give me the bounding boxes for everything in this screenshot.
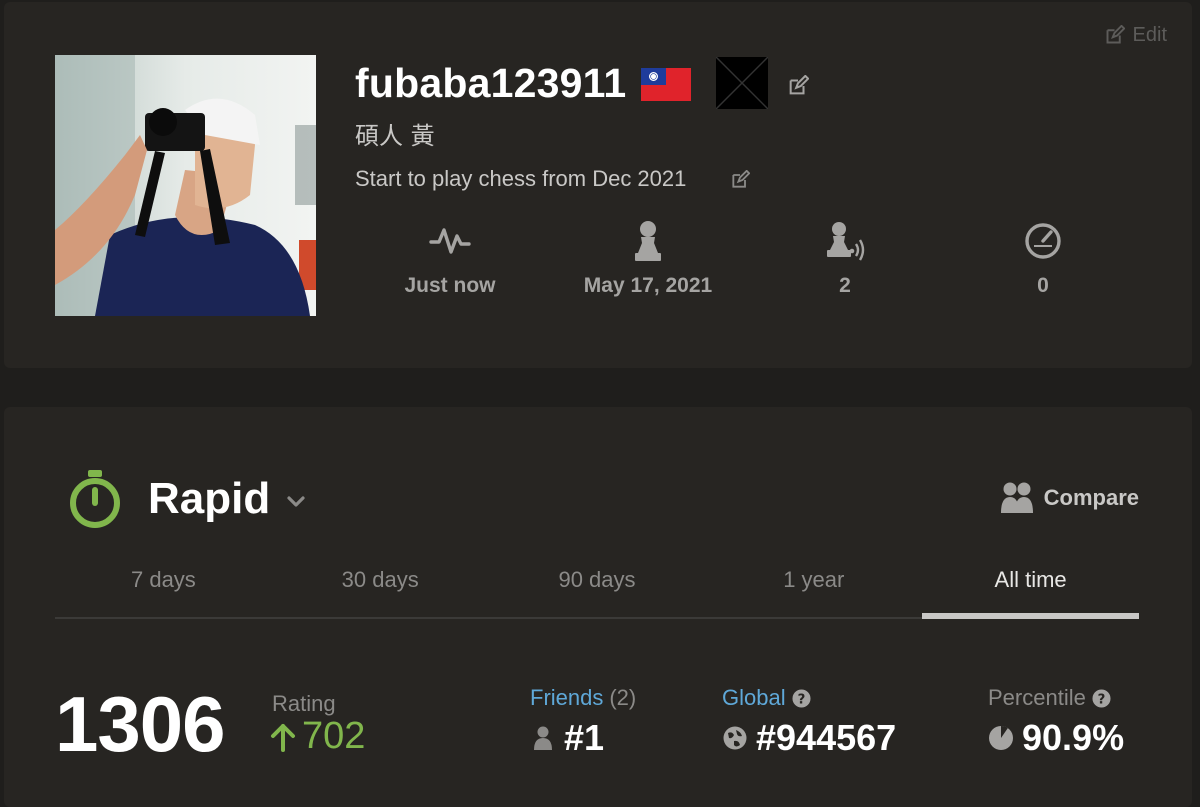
stopwatch-icon [70,470,120,528]
period-tabs: 7 days 30 days 90 days 1 year All time [55,555,1139,619]
avatar[interactable] [55,55,316,316]
edit-bio-icon[interactable] [730,170,750,190]
taiwan-flag-icon [641,68,691,101]
followers-icon [827,222,865,261]
last-online-value: Just now [404,274,496,297]
rating-change-value: 702 [302,715,366,757]
time-control-selector[interactable]: Rapid [68,468,308,530]
rating-change: 702 [270,715,365,758]
stat-joined: May 17, 2021 [548,220,748,298]
tab-all-time[interactable]: All time [922,555,1139,619]
rating-label: Rating [272,691,336,716]
svg-text:?: ? [797,692,805,707]
tab-1-year[interactable]: 1 year [705,555,922,617]
tab-7-days[interactable]: 7 days [55,555,272,617]
speedometer-icon [1025,223,1061,259]
edit-profile-button[interactable]: Edit [1104,24,1167,47]
globe-icon [723,726,747,750]
help-icon[interactable]: ? [1092,688,1111,708]
activity-pulse-icon [429,228,471,254]
profile-bio: Start to play chess from Dec 2021 [355,166,687,191]
stat-followers[interactable]: 2 [745,220,945,298]
rating-value: 1306 [55,680,226,768]
profile-card: Edit fubaba123911 碩人 黃 Start to play che… [4,2,1192,368]
global-label[interactable]: Global [722,685,786,711]
time-control-label: Rapid [148,474,271,523]
percentile-value: 90.9% [1022,717,1125,758]
percentile-label: Percentile [988,685,1086,710]
tab-30-days[interactable]: 30 days [272,555,489,617]
points-value: 0 [1037,274,1049,297]
followers-value: 2 [839,274,851,297]
friends-count: (2) [609,685,637,710]
svg-text:?: ? [1097,692,1105,707]
title-badge-placeholder [716,57,768,109]
arrow-up-icon [271,723,295,752]
stat-points: 0 [943,220,1143,298]
compare-button[interactable]: Compare [998,481,1139,515]
pawn-person-icon [635,221,661,261]
compare-label: Compare [1043,485,1139,510]
edit-label: Edit [1132,24,1167,46]
help-icon[interactable]: ? [792,688,811,708]
joined-date-value: May 17, 2021 [583,274,713,297]
compare-users-icon [1000,482,1033,513]
real-name: 碩人 黃 [355,122,435,150]
tab-90-days[interactable]: 90 days [489,555,706,617]
global-rank[interactable]: Global ? #944567 [722,685,896,759]
friends-rank[interactable]: Friends (2) #1 [530,685,636,759]
rating-card: Rapid Compare 7 days 30 days 90 days 1 y… [4,407,1192,807]
edit-name-icon[interactable] [787,75,809,97]
chevron-down-icon [287,496,305,507]
global-rank-value: #944567 [756,717,897,758]
friends-label[interactable]: Friends [530,685,603,711]
percentile: Percentile ? 90.9% [988,685,1124,759]
username: fubaba123911 [355,60,627,106]
stat-last-online: Just now [350,220,550,298]
edit-icon [1106,25,1125,44]
pie-chart-icon [989,726,1013,750]
friends-rank-value: #1 [564,717,605,758]
person-icon [534,726,552,750]
